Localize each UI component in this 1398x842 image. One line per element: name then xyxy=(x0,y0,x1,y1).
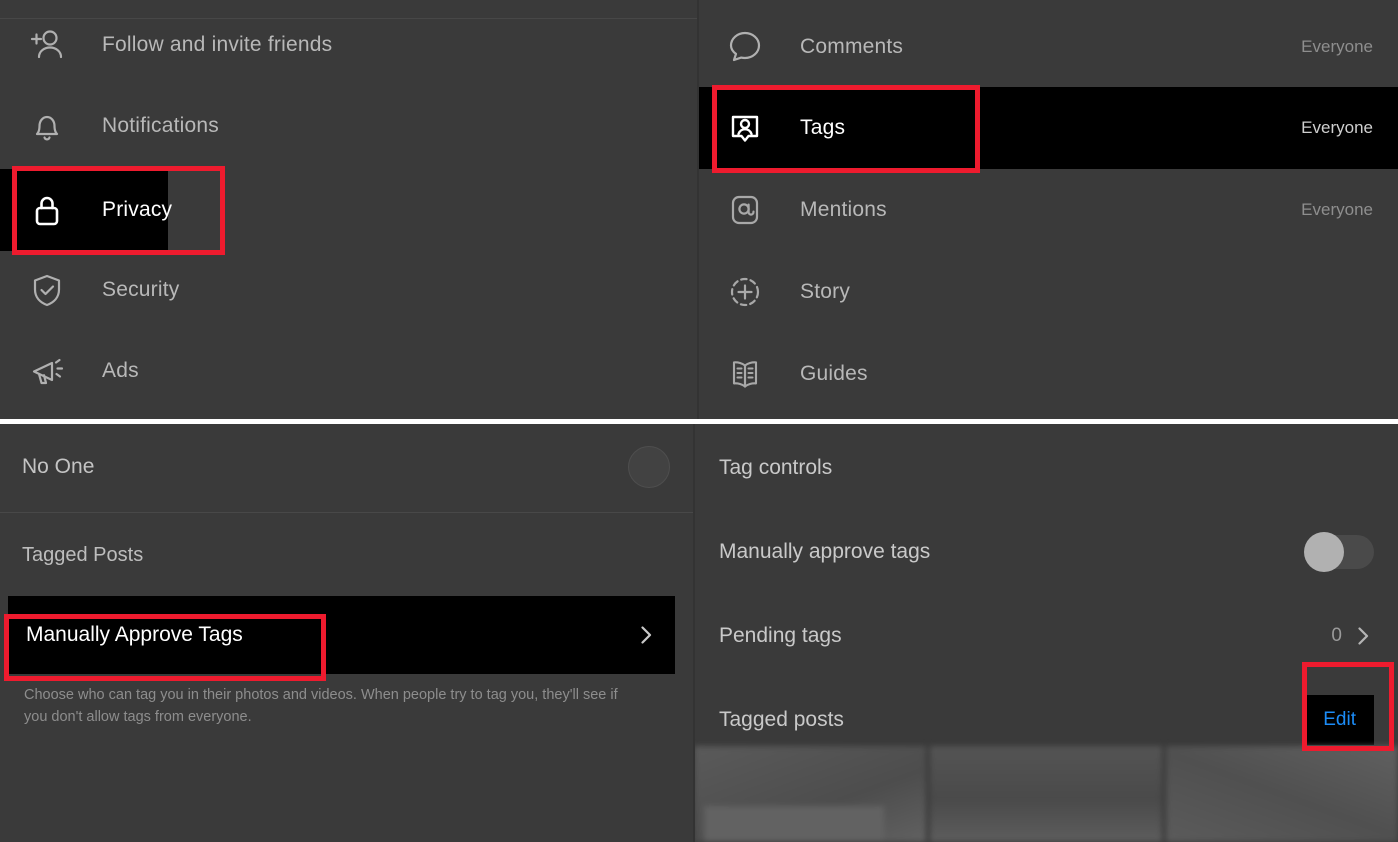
privacy-item-story[interactable]: Story xyxy=(698,251,1398,333)
story-plus-icon xyxy=(722,269,768,315)
row-control: Edit xyxy=(1305,695,1374,745)
row-manually-approve-tags-toggle[interactable]: Manually approve tags xyxy=(694,508,1398,596)
section-title-tag-controls: Tag controls xyxy=(719,456,833,479)
at-mention-icon xyxy=(722,187,768,233)
privacy-item-value: Everyone xyxy=(1301,200,1373,219)
comment-bubble-icon xyxy=(722,24,768,70)
sidebar-item-ads[interactable]: Ads xyxy=(0,330,698,412)
row-label: Pending tags xyxy=(719,624,842,647)
privacy-item-label: Tags xyxy=(800,116,846,139)
sidebar-item-label: Notifications xyxy=(102,114,219,137)
option-label: No One xyxy=(22,455,95,478)
tags-detail-panel: No One Tagged Posts Manually Approve Tag… xyxy=(0,424,694,842)
tag-controls-panel: Tag controls Manually approve tags Pendi… xyxy=(694,424,1398,842)
settings-menu-panel: Follow and invite friends Notifications … xyxy=(0,0,698,419)
guides-book-icon xyxy=(722,351,768,397)
row-label: Manually Approve Tags xyxy=(26,623,243,646)
sidebar-item-label: Security xyxy=(102,278,180,301)
edit-button[interactable]: Edit xyxy=(1305,695,1374,745)
sidebar-item-label: Ads xyxy=(102,359,139,382)
pending-tags-count: 0 xyxy=(1331,625,1342,646)
privacy-item-comments[interactable]: Comments Everyone xyxy=(698,6,1398,88)
thumbnail xyxy=(930,746,1162,842)
toggle-knob xyxy=(1304,532,1344,572)
thumbnail xyxy=(1166,746,1398,842)
person-add-icon xyxy=(24,22,70,68)
privacy-options-panel: Comments Everyone Tags Everyone Mentions… xyxy=(698,0,1398,419)
option-row-no-one[interactable]: No One xyxy=(0,424,694,510)
panel-vertical-seam-top xyxy=(697,0,699,419)
section-title-tagged-posts: Tagged Posts xyxy=(22,544,144,566)
sidebar-item-label: Follow and invite friends xyxy=(102,33,333,56)
privacy-item-value: Everyone xyxy=(1301,37,1373,56)
bell-icon xyxy=(24,103,70,149)
row-control: 0 xyxy=(1331,625,1374,647)
privacy-item-label: Comments xyxy=(800,35,904,58)
shield-check-icon xyxy=(24,267,70,313)
sidebar-item-follow-invite-friends[interactable]: Follow and invite friends xyxy=(0,4,698,86)
section-divider xyxy=(0,512,694,513)
privacy-item-mentions[interactable]: Mentions Everyone xyxy=(698,169,1398,251)
toggle-manually-approve-tags[interactable] xyxy=(1304,532,1374,572)
privacy-item-tags[interactable]: Tags Everyone xyxy=(698,87,1398,169)
radio-no-one[interactable] xyxy=(628,446,670,488)
megaphone-icon xyxy=(24,348,70,394)
row-label: Manually approve tags xyxy=(719,540,931,563)
sidebar-item-privacy[interactable]: Privacy xyxy=(0,169,698,251)
section-title-tag-controls-row: Tag controls xyxy=(694,424,1398,512)
row-manually-approve-tags[interactable]: Manually Approve Tags xyxy=(8,596,675,674)
privacy-item-label: Mentions xyxy=(800,198,887,221)
sidebar-item-label: Privacy xyxy=(102,198,173,221)
tag-card-icon xyxy=(722,105,768,151)
row-pending-tags[interactable]: Pending tags 0 xyxy=(694,592,1398,680)
row-control xyxy=(1304,532,1374,572)
privacy-item-value: Everyone xyxy=(1301,118,1373,137)
sidebar-item-notifications[interactable]: Notifications xyxy=(0,85,698,167)
helper-text: Choose who can tag you in their photos a… xyxy=(24,687,618,726)
privacy-item-guides[interactable]: Guides xyxy=(698,333,1398,415)
tagged-posts-thumbnail-grid xyxy=(694,746,1398,842)
privacy-item-label: Story xyxy=(800,280,851,303)
lock-icon xyxy=(24,187,70,233)
panel-horizontal-seam xyxy=(0,419,1398,424)
chevron-right-icon xyxy=(635,624,657,646)
chevron-right-icon[interactable] xyxy=(1352,625,1374,647)
screenshot-root: Follow and invite friends Notifications … xyxy=(0,0,1398,842)
privacy-item-label: Guides xyxy=(800,362,868,385)
sidebar-item-security[interactable]: Security xyxy=(0,249,698,331)
thumbnail xyxy=(694,746,926,842)
row-label: Tagged posts xyxy=(719,708,844,731)
panel-vertical-seam-bottom xyxy=(693,424,695,842)
thumbnail-overlay xyxy=(704,806,884,842)
